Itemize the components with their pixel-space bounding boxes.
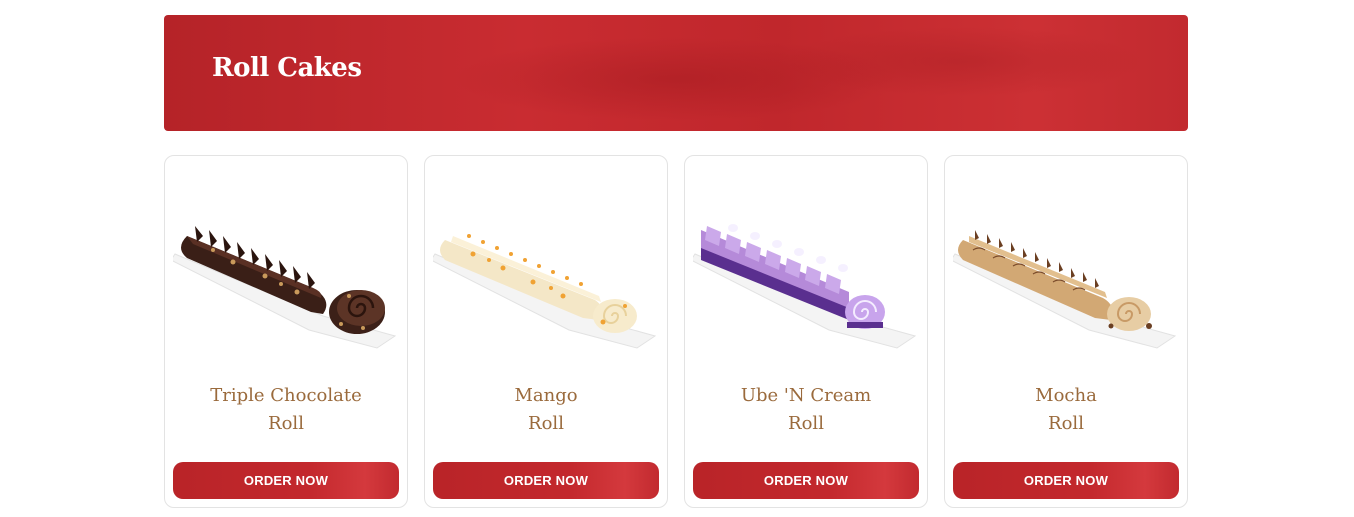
product-name-line2: Roll [1048, 413, 1084, 434]
product-name-line1: Mango [514, 385, 578, 406]
section-title: Roll Cakes [212, 53, 362, 83]
mango-roll-image[interactable] [433, 196, 661, 366]
product-title: Triple Chocolate Roll [165, 382, 407, 438]
product-name-line1: Triple Chocolate [210, 385, 362, 406]
product-title: Ube 'N Cream Roll [685, 382, 927, 438]
product-name-line2: Roll [268, 413, 304, 434]
product-card-triple-chocolate-roll[interactable]: Triple Chocolate Roll ORDER NOW [164, 155, 408, 508]
mocha-roll-image[interactable] [953, 196, 1181, 366]
product-name-line1: Mocha [1035, 385, 1097, 406]
ube-n-cream-roll-image[interactable] [693, 196, 921, 366]
product-title: Mocha Roll [945, 382, 1187, 438]
product-name-line2: Roll [788, 413, 824, 434]
triple-chocolate-roll-image[interactable] [173, 196, 401, 366]
order-now-button[interactable]: ORDER NOW [953, 462, 1179, 499]
product-name-line1: Ube 'N Cream [740, 385, 872, 406]
product-card-mocha-roll[interactable]: Mocha Roll ORDER NOW [944, 155, 1188, 508]
product-card-ube-n-cream-roll[interactable]: Ube 'N Cream Roll ORDER NOW [684, 155, 928, 508]
product-name-line2: Roll [528, 413, 564, 434]
order-now-button[interactable]: ORDER NOW [173, 462, 399, 499]
section-banner: Roll Cakes [164, 15, 1188, 131]
product-grid: Triple Chocolate Roll ORDER NOW Mango Ro… [164, 155, 1188, 508]
order-now-button[interactable]: ORDER NOW [693, 462, 919, 499]
order-now-button[interactable]: ORDER NOW [433, 462, 659, 499]
product-title: Mango Roll [425, 382, 667, 438]
product-card-mango-roll[interactable]: Mango Roll ORDER NOW [424, 155, 668, 508]
